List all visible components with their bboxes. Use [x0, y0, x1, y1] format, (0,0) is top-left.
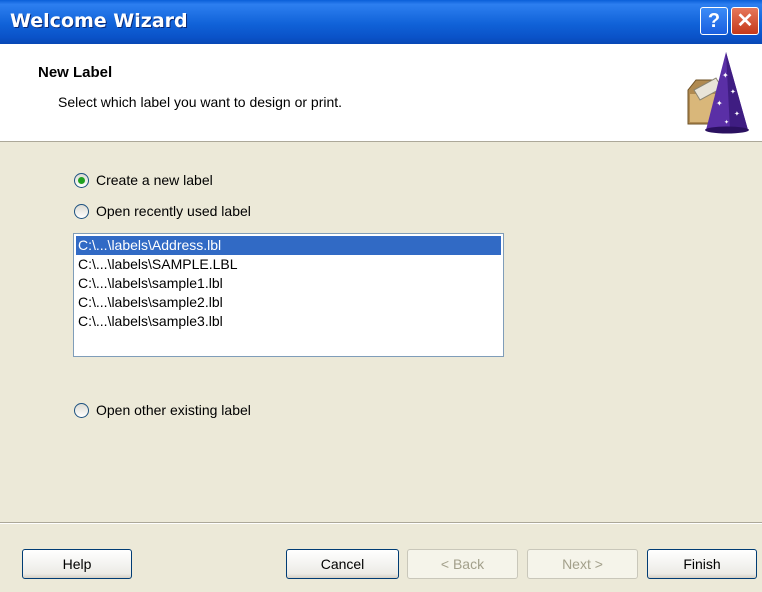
finish-button[interactable]: Finish [647, 549, 757, 579]
radio-button-checked[interactable] [74, 172, 89, 188]
list-item[interactable]: C:\...\labels\Address.lbl [76, 236, 501, 255]
radio-open-recent[interactable]: Open recently used label [74, 200, 251, 222]
radio-open-recent-label[interactable]: Open recently used label [96, 203, 251, 219]
window-title: Welcome Wizard [10, 10, 188, 32]
recent-labels-list[interactable]: C:\...\labels\Address.lbl C:\...\labels\… [73, 233, 504, 357]
next-button[interactable]: Next > [527, 549, 638, 579]
wizard-header: New Label Select which label you want to… [0, 44, 762, 142]
radio-open-other[interactable]: Open other existing label [74, 399, 251, 421]
svg-text:✦: ✦ [724, 119, 729, 126]
radio-button[interactable] [74, 402, 89, 418]
radio-create-new[interactable]: Create a new label [74, 169, 213, 191]
help-title-button[interactable]: ? [700, 7, 728, 35]
svg-text:✦: ✦ [734, 110, 740, 118]
page-title: New Label [38, 64, 113, 81]
radio-button[interactable] [74, 203, 89, 219]
help-button[interactable]: Help [22, 549, 132, 579]
footer-separator [0, 522, 762, 524]
svg-text:✦: ✦ [716, 99, 723, 108]
list-item[interactable]: C:\...\labels\sample3.lbl [76, 312, 501, 331]
radio-create-new-label[interactable]: Create a new label [96, 172, 213, 188]
list-item[interactable]: C:\...\labels\sample2.lbl [76, 293, 501, 312]
radio-open-other-label[interactable]: Open other existing label [96, 402, 251, 418]
svg-text:✦: ✦ [722, 71, 729, 80]
cancel-button[interactable]: Cancel [286, 549, 399, 579]
title-bar: Welcome Wizard ? ✕ [0, 0, 762, 44]
back-button[interactable]: < Back [407, 549, 518, 579]
wizard-hat-icon: ✦ ✦ ✦ ✦ ✦ [687, 52, 749, 134]
list-item[interactable]: C:\...\labels\SAMPLE.LBL [76, 255, 501, 274]
svg-text:✦: ✦ [730, 88, 736, 96]
close-button[interactable]: ✕ [731, 7, 759, 35]
page-subtitle: Select which label you want to design or… [58, 94, 343, 110]
list-item[interactable]: C:\...\labels\sample1.lbl [76, 274, 501, 293]
